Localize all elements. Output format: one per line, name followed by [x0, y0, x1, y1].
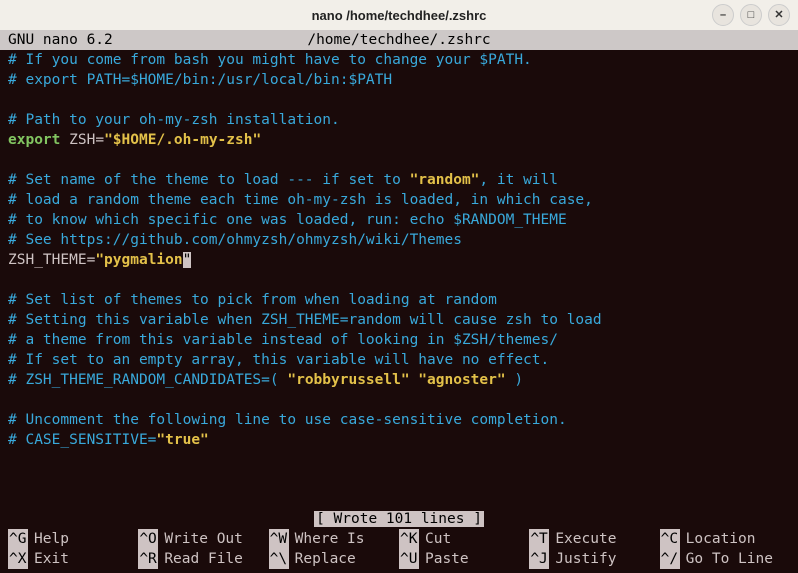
- code-token: # ZSH_THEME_RANDOM_CANDIDATES=(: [8, 372, 287, 388]
- code-line: # Set list of themes to pick from when l…: [8, 292, 497, 308]
- shortcut-label: Execute: [555, 529, 616, 549]
- shortcut-label: Go To Line: [686, 549, 773, 569]
- code-token: # CASE_SENSITIVE=: [8, 432, 156, 448]
- text-cursor: ": [183, 252, 192, 268]
- shortcut-label: Location: [686, 529, 756, 549]
- shortcut-key: ^K: [399, 529, 419, 549]
- shortcut-bar: ^G Help ^O Write Out ^W Where Is ^K Cut ^T Ex…: [0, 529, 798, 573]
- shortcut-writeout[interactable]: ^O Write Out: [138, 529, 268, 549]
- shortcut-label: Exit: [34, 549, 69, 569]
- shortcut-exit[interactable]: ^X Exit: [8, 549, 138, 569]
- shortcut-label: Where Is: [295, 529, 365, 549]
- nano-version: GNU nano 6.2: [4, 30, 113, 50]
- shortcut-location[interactable]: ^C Location: [660, 529, 790, 549]
- window-titlebar: nano /home/techdhee/.zshrc – □ ✕: [0, 0, 798, 30]
- code-line: # Setting this variable when ZSH_THEME=r…: [8, 312, 602, 328]
- code-line: # Uncomment the following line to use ca…: [8, 412, 567, 428]
- code-token: "pygmalion: [95, 252, 182, 268]
- code-token: , it will: [479, 172, 558, 188]
- shortcut-key: ^J: [529, 549, 549, 569]
- code-token: ): [506, 372, 523, 388]
- code-token: "$HOME/.oh-my-zsh": [104, 132, 261, 148]
- code-token: # Set name of the theme to load --- if s…: [8, 172, 410, 188]
- shortcut-label: Read File: [164, 549, 243, 569]
- shortcut-key: ^R: [138, 549, 158, 569]
- code-token: "true": [156, 432, 208, 448]
- shortcut-label: Help: [34, 529, 69, 549]
- window-controls: – □ ✕: [712, 4, 790, 26]
- shortcut-paste[interactable]: ^U Paste: [399, 549, 529, 569]
- shortcut-help[interactable]: ^G Help: [8, 529, 138, 549]
- minimize-icon[interactable]: –: [712, 4, 734, 26]
- code-line: # Path to your oh-my-zsh installation.: [8, 112, 340, 128]
- code-line: # a theme from this variable instead of …: [8, 332, 558, 348]
- code-line: # to know which specific one was loaded,…: [8, 212, 567, 228]
- shortcut-cut[interactable]: ^K Cut: [399, 529, 529, 549]
- window-title: nano /home/techdhee/.zshrc: [312, 8, 487, 23]
- shortcut-execute[interactable]: ^T Execute: [529, 529, 659, 549]
- shortcut-readfile[interactable]: ^R Read File: [138, 549, 268, 569]
- shortcut-key: ^X: [8, 549, 28, 569]
- shortcut-label: Replace: [295, 549, 356, 569]
- nano-filename: /home/techdhee/.zshrc: [307, 30, 490, 50]
- code-token: =: [87, 252, 96, 268]
- shortcut-label: Cut: [425, 529, 451, 549]
- code-token: "robbyrussell" "agnoster": [287, 372, 505, 388]
- close-icon[interactable]: ✕: [768, 4, 790, 26]
- status-message: [ Wrote 101 lines ]: [314, 511, 484, 527]
- shortcut-key: ^G: [8, 529, 28, 549]
- shortcut-key: ^O: [138, 529, 158, 549]
- terminal-area[interactable]: GNU nano 6.2 /home/techdhee/.zshrc # If …: [0, 30, 798, 573]
- shortcut-label: Justify: [555, 549, 616, 569]
- shortcut-key: ^/: [660, 549, 680, 569]
- shortcut-gotoline[interactable]: ^/ Go To Line: [660, 549, 790, 569]
- code-line: # load a random theme each time oh-my-zs…: [8, 192, 593, 208]
- shortcut-key: ^\: [269, 549, 289, 569]
- code-token: export: [8, 132, 60, 148]
- maximize-icon[interactable]: □: [740, 4, 762, 26]
- shortcut-key: ^U: [399, 549, 419, 569]
- nano-header: GNU nano 6.2 /home/techdhee/.zshrc: [0, 30, 798, 50]
- code-token: ZSH_THEME: [8, 252, 87, 268]
- code-token: =: [95, 132, 104, 148]
- shortcut-label: Paste: [425, 549, 469, 569]
- shortcut-label: Write Out: [164, 529, 243, 549]
- shortcut-replace[interactable]: ^\ Replace: [269, 549, 399, 569]
- shortcut-whereis[interactable]: ^W Where Is: [269, 529, 399, 549]
- shortcut-key: ^T: [529, 529, 549, 549]
- status-bar: [ Wrote 101 lines ]: [0, 509, 798, 529]
- code-line: # See https://github.com/ohmyzsh/ohmyzsh…: [8, 232, 462, 248]
- code-line: # If set to an empty array, this variabl…: [8, 352, 549, 368]
- code-token: ZSH: [69, 132, 95, 148]
- code-line: # export PATH=$HOME/bin:/usr/local/bin:$…: [8, 72, 392, 88]
- code-line: # If you come from bash you might have t…: [8, 52, 532, 68]
- shortcut-key: ^W: [269, 529, 289, 549]
- shortcut-justify[interactable]: ^J Justify: [529, 549, 659, 569]
- shortcut-key: ^C: [660, 529, 680, 549]
- editor-body[interactable]: # If you come from bash you might have t…: [0, 50, 798, 509]
- code-token: "random": [410, 172, 480, 188]
